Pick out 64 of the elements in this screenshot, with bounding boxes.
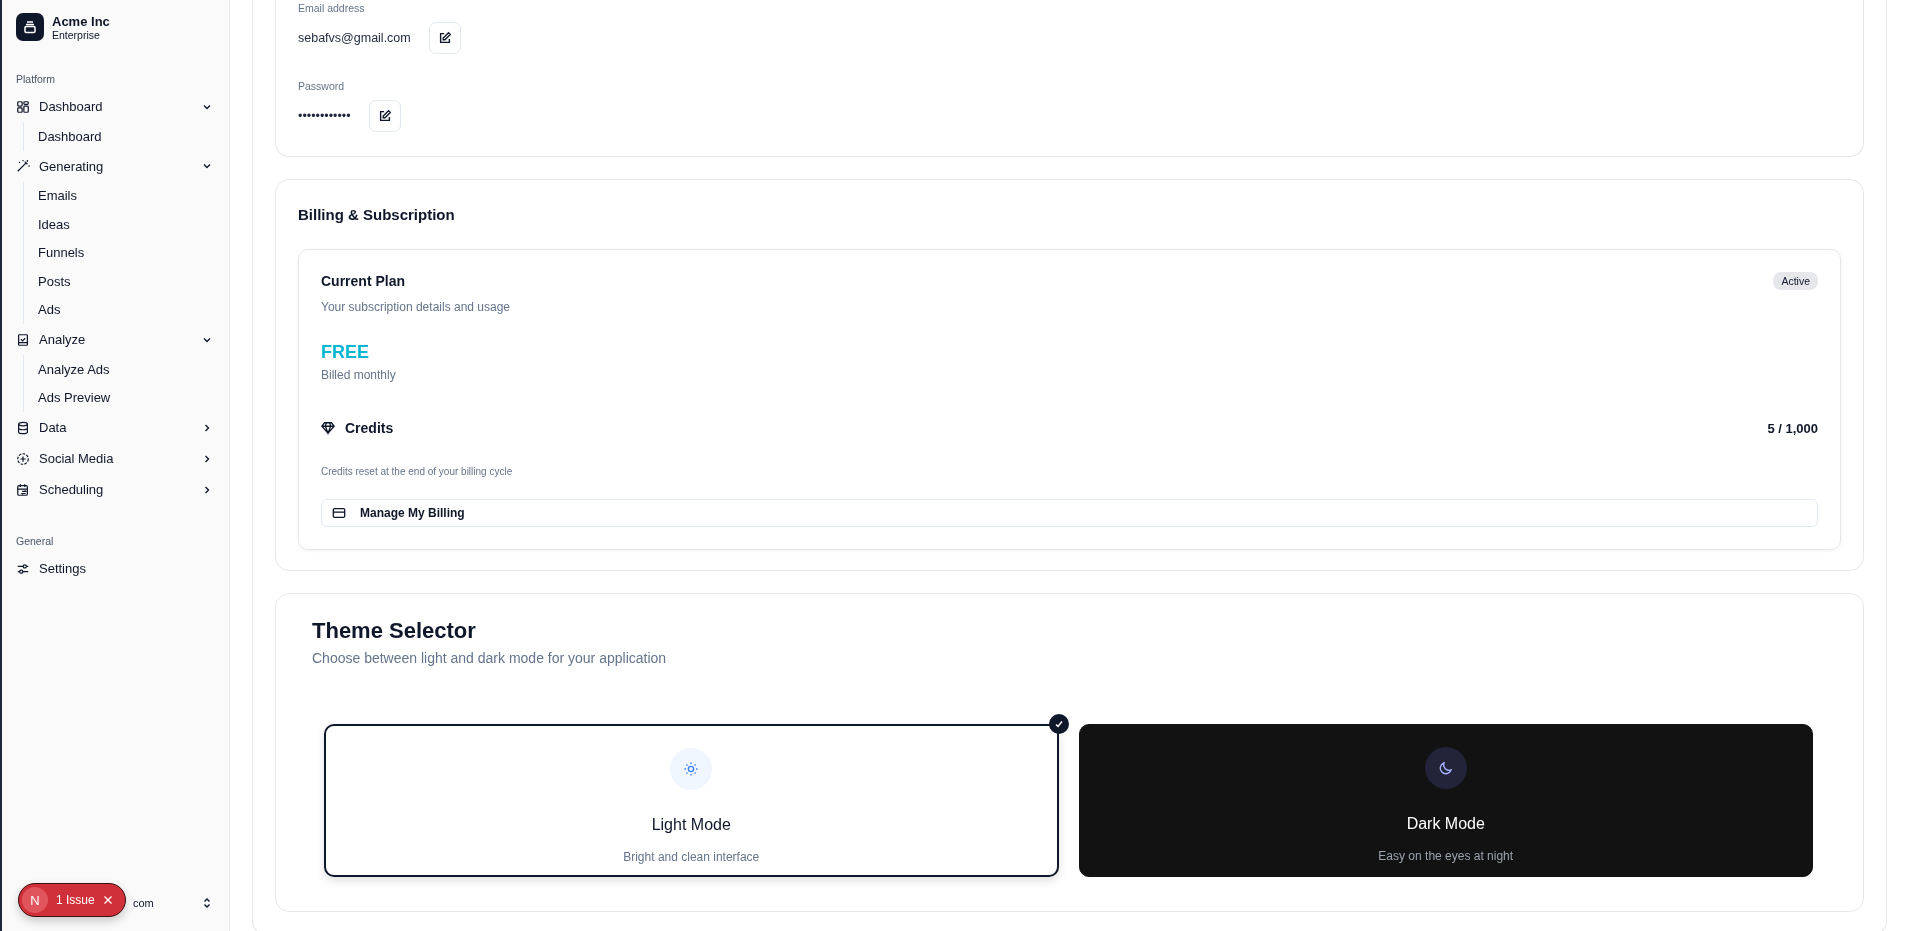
moon-icon: [1424, 747, 1467, 789]
nav-subitem[interactable]: Ads: [38, 295, 215, 324]
nav-subitem[interactable]: Posts: [38, 267, 215, 296]
check-icon: [1048, 714, 1069, 734]
magic-wand-icon: [16, 159, 30, 173]
chevron-up-down-icon[interactable]: [201, 897, 213, 909]
field-value: ••••••••••••: [298, 109, 351, 123]
nav-item[interactable]: Generating: [16, 150, 215, 182]
plus-circle-icon: [16, 451, 30, 466]
database-icon: [16, 420, 30, 435]
issue-avatar: N: [22, 887, 48, 913]
manage-billing-button[interactable]: Manage My Billing: [321, 499, 1818, 527]
plan-title: Current Plan: [321, 273, 405, 289]
nav-item[interactable]: Scheduling: [16, 474, 215, 505]
sun-icon: [670, 748, 713, 790]
company-logo: [16, 13, 44, 41]
plan-name: FREE: [321, 342, 370, 363]
plan-subtitle: Your subscription details and usage: [321, 300, 512, 314]
nav-subitem[interactable]: Funnels: [38, 238, 215, 267]
nav-subitem[interactable]: Emails: [38, 181, 215, 210]
issue-badge[interactable]: N 1 Issue: [18, 883, 126, 917]
close-icon[interactable]: [102, 895, 113, 905]
nav-subitem[interactable]: Ideas: [38, 210, 215, 239]
credits-label: Credits: [345, 420, 395, 436]
section-subtitle: Choose between light and dark mode for your application: [312, 650, 668, 666]
issue-label: 1 Issue: [56, 893, 95, 907]
credits-value: 5 / 1,000: [1767, 420, 1818, 436]
company-plan: Enterprise: [52, 28, 101, 41]
option-description: Bright and clean interface: [623, 850, 760, 864]
edit-icon: [377, 109, 392, 123]
option-label: Light Mode: [651, 816, 731, 834]
nav-subitem[interactable]: Dashboard: [38, 122, 215, 151]
billing-cycle: Billed monthly: [321, 368, 397, 382]
section-title: Billing & Subscription: [298, 206, 456, 223]
nav-item[interactable]: Analyze: [16, 324, 215, 355]
nav-subitem[interactable]: Analyze Ads: [38, 355, 215, 384]
status-badge: Active: [1773, 272, 1818, 290]
clipboard-check-icon: [16, 332, 30, 347]
user-email: com: [133, 897, 154, 909]
nav-item[interactable]: Settings: [16, 553, 215, 584]
nav-item[interactable]: Dashboard: [16, 91, 215, 122]
field-value: sebafvs@gmail.com: [298, 31, 411, 45]
option-description: Easy on the eyes at night: [1378, 849, 1514, 863]
option-label: Dark Mode: [1406, 815, 1485, 833]
edit-button[interactable]: [428, 22, 461, 54]
sliders-icon: [16, 561, 30, 576]
edit-icon: [437, 31, 452, 45]
credit-card-icon: [332, 506, 346, 520]
nav-subitem[interactable]: Ads Preview: [38, 383, 215, 412]
section-title: Theme Selector: [312, 618, 477, 644]
field-label: Email address: [298, 2, 366, 14]
nav-item[interactable]: Data: [16, 412, 215, 443]
field-label: Password: [298, 80, 346, 92]
nav-item[interactable]: Social Media: [16, 443, 215, 474]
edit-button[interactable]: [368, 100, 401, 132]
calendar-icon: [16, 482, 30, 497]
theme-option[interactable]: Dark Mode Easy on the eyes at night: [1078, 724, 1813, 877]
theme-option[interactable]: Light Mode Bright and clean interface: [324, 724, 1059, 877]
company-name: Acme Inc: [52, 13, 110, 29]
diamond-icon: [321, 421, 335, 435]
section-label: Platform: [16, 73, 57, 85]
section-label: General: [16, 535, 55, 547]
credits-note: Credits reset at the end of your billing cycle: [321, 466, 514, 477]
grid-icon: [16, 99, 30, 114]
